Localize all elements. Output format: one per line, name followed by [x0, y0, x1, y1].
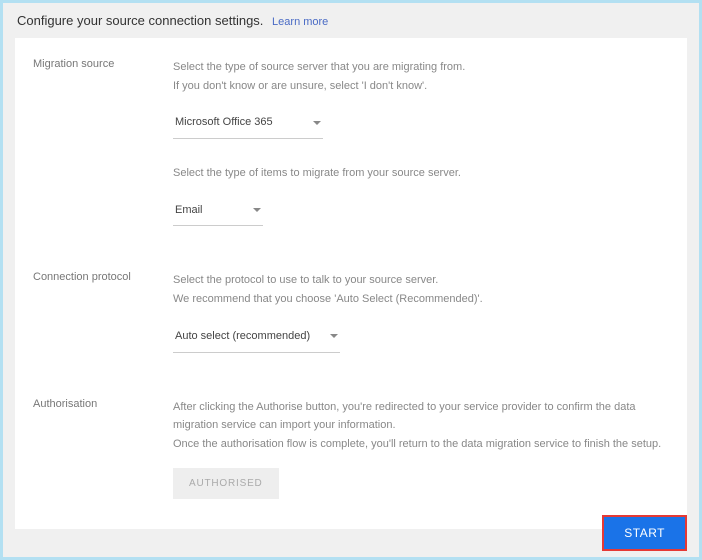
authorisation-desc2: Once the authorisation flow is complete,… [173, 435, 669, 454]
authorised-button[interactable]: AUTHORISED [173, 468, 279, 499]
authorisation-desc1: After clicking the Authorise button, you… [173, 398, 669, 435]
migration-source-label: Migration source [33, 58, 173, 226]
protocol-value: Auto select (recommended) [175, 327, 310, 346]
connection-protocol-desc1: Select the protocol to use to talk to yo… [173, 271, 669, 290]
protocol-dropdown[interactable]: Auto select (recommended) [173, 321, 340, 353]
start-button[interactable]: START [602, 515, 687, 551]
connection-protocol-desc2: We recommend that you choose 'Auto Selec… [173, 290, 669, 309]
connection-protocol-section: Connection protocol Select the protocol … [33, 271, 669, 352]
migration-source-desc2: If you don't know or are unsure, select … [173, 77, 669, 96]
migration-source-desc1: Select the type of source server that yo… [173, 58, 669, 77]
source-server-value: Microsoft Office 365 [175, 113, 293, 132]
learn-more-link[interactable]: Learn more [272, 16, 328, 28]
item-type-value: Email [175, 201, 233, 220]
settings-card: Migration source Select the type of sour… [15, 38, 687, 529]
chevron-down-icon [330, 334, 338, 338]
migration-items-desc: Select the type of items to migrate from… [173, 164, 669, 183]
source-server-dropdown[interactable]: Microsoft Office 365 [173, 107, 323, 139]
page-header: Configure your source connection setting… [3, 3, 699, 38]
chevron-down-icon [253, 208, 261, 212]
item-type-dropdown[interactable]: Email [173, 195, 263, 227]
migration-source-section: Migration source Select the type of sour… [33, 58, 669, 226]
chevron-down-icon [313, 121, 321, 125]
header-title: Configure your source connection setting… [17, 13, 263, 28]
connection-protocol-label: Connection protocol [33, 271, 173, 352]
authorisation-section: Authorisation After clicking the Authori… [33, 398, 669, 499]
authorisation-label: Authorisation [33, 398, 173, 499]
